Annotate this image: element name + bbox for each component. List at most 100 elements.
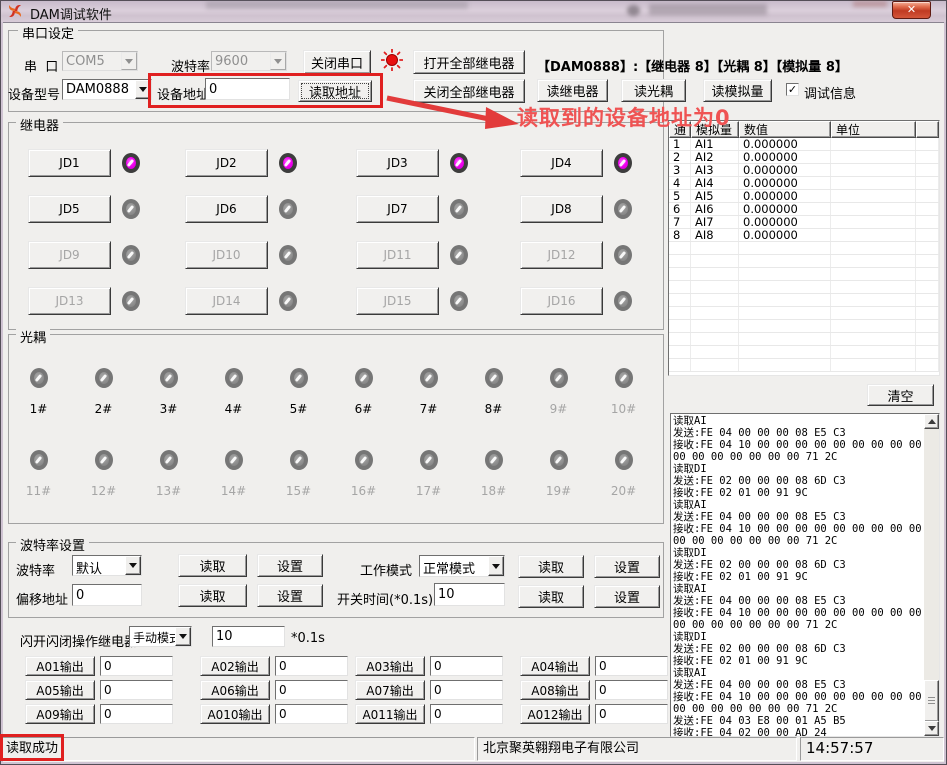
table-cell [831, 268, 916, 280]
serial-status-led-icon [381, 49, 403, 71]
analog-output-button-a09[interactable]: A09输出 [25, 704, 95, 724]
scroll-down-icon[interactable] [924, 721, 939, 736]
scroll-up-icon[interactable] [924, 414, 939, 429]
opto-label: 7# [420, 402, 438, 416]
switch-time-input[interactable] [434, 583, 505, 606]
close-icon[interactable]: ✕ [892, 1, 931, 19]
table-cell [739, 281, 831, 293]
opto-cell: 7# [396, 352, 461, 434]
table-row [669, 281, 939, 294]
table-row[interactable]: 1AI10.000000 [669, 138, 939, 151]
relay-button-jd6[interactable]: JD6 [185, 195, 268, 223]
analog-output-input-a02[interactable] [275, 656, 348, 676]
analog-output-input-a011[interactable] [430, 704, 503, 724]
opto-label: 20# [611, 484, 636, 498]
analog-output-input-a03[interactable] [430, 656, 503, 676]
log-line: 00 00 00 00 00 00 00 71 2C [673, 703, 925, 715]
table-row[interactable]: 7AI70.000000 [669, 216, 939, 229]
opto-cell: 12# [71, 434, 136, 516]
baud-read-button[interactable]: 读取 [178, 554, 247, 577]
relay-button-jd1[interactable]: JD1 [28, 149, 111, 177]
table-cell [916, 307, 939, 319]
debug-info-checkbox[interactable]: ✓ [786, 83, 799, 96]
workmode-read-button[interactable]: 读取 [518, 555, 584, 578]
baud-setting-select[interactable]: 默认 [72, 555, 142, 576]
relay-button-jd10[interactable]: JD10 [185, 241, 268, 269]
table-row[interactable]: 5AI50.000000 [669, 190, 939, 203]
read-relays-button[interactable]: 读继电器 [537, 79, 608, 102]
offset-read-button[interactable]: 读取 [178, 584, 247, 607]
relay-button-jd12[interactable]: JD12 [520, 241, 603, 269]
analog-output-button-a04[interactable]: A04输出 [520, 656, 590, 676]
open-all-relays-button[interactable]: 打开全部继电器 [413, 50, 525, 74]
analog-output-input-a08[interactable] [595, 680, 668, 700]
close-serial-button[interactable]: 关闭串口 [303, 50, 371, 74]
relay-button-jd4[interactable]: JD4 [520, 149, 603, 177]
flash-mode-select[interactable]: 手动模式 [129, 626, 192, 647]
table-row[interactable]: 4AI40.000000 [669, 177, 939, 190]
analog-output-button-a011[interactable]: A011输出 [355, 704, 425, 724]
table-cell: AI3 [691, 164, 739, 176]
offset-address-input[interactable] [72, 584, 142, 606]
relay-button-jd13[interactable]: JD13 [28, 287, 111, 315]
switchtime-set-button[interactable]: 设置 [594, 585, 660, 608]
switchtime-read-button[interactable]: 读取 [518, 585, 584, 608]
relay-button-jd2[interactable]: JD2 [185, 149, 268, 177]
relay-cell: JD4 [520, 149, 658, 177]
analog-output-button-a010[interactable]: A010输出 [200, 704, 270, 724]
analog-output-button-a06[interactable]: A06输出 [200, 680, 270, 700]
analog-output-button-a012[interactable]: A012输出 [520, 704, 590, 724]
relay-button-jd9[interactable]: JD9 [28, 241, 111, 269]
relay-button-jd7[interactable]: JD7 [356, 195, 439, 223]
flash-time-input[interactable] [212, 626, 285, 647]
log-line: 接收:FE 02 01 00 91 9C [673, 571, 925, 583]
offset-set-button[interactable]: 设置 [257, 584, 323, 607]
table-row[interactable]: 2AI20.000000 [669, 151, 939, 164]
analog-output-button-a03[interactable]: A03输出 [355, 656, 425, 676]
analog-output-button-a07[interactable]: A07输出 [355, 680, 425, 700]
log-scrollbar[interactable] [924, 414, 939, 736]
table-cell: 5 [669, 190, 691, 202]
analog-output-input-a04[interactable] [595, 656, 668, 676]
analog-output-input-a07[interactable] [430, 680, 503, 700]
table-cell [691, 268, 739, 280]
title-bar[interactable] [1, 1, 946, 22]
analog-output-input-a010[interactable] [275, 704, 348, 724]
relay-button-jd8[interactable]: JD8 [520, 195, 603, 223]
relay-button-jd3[interactable]: JD3 [356, 149, 439, 177]
scrollbar-thumb[interactable] [924, 680, 939, 722]
relay-jd9-indicator [122, 245, 140, 265]
relay-button-jd16[interactable]: JD16 [520, 287, 603, 315]
table-row[interactable]: 6AI60.000000 [669, 203, 939, 216]
analog-output-input-a01[interactable] [100, 656, 173, 676]
analog-output-button-a05[interactable]: A05输出 [25, 680, 95, 700]
log-line: 读取DI [673, 463, 925, 475]
table-row [669, 307, 939, 320]
table-cell [739, 255, 831, 267]
read-analog-button[interactable]: 读模拟量 [703, 79, 772, 102]
workmode-set-button[interactable]: 设置 [594, 555, 660, 578]
read-opto-button[interactable]: 读光耦 [621, 79, 686, 102]
relay-button-jd14[interactable]: JD14 [185, 287, 268, 315]
relay-button-jd11[interactable]: JD11 [356, 241, 439, 269]
log-line: 接收:FE 04 10 00 00 00 00 00 00 00 00 00 [673, 607, 925, 619]
baud-set-button[interactable]: 设置 [257, 554, 323, 577]
relay-cell: JD8 [520, 195, 658, 223]
relay-button-jd5[interactable]: JD5 [28, 195, 111, 223]
table-row[interactable]: 3AI30.000000 [669, 164, 939, 177]
log-panel[interactable]: 读取AI发送:FE 04 00 00 00 08 E5 C3接收:FE 04 1… [670, 413, 940, 737]
analog-output-button-a08[interactable]: A08输出 [520, 680, 590, 700]
device-model-select[interactable]: DAM0888 [62, 79, 152, 100]
relay-button-jd15[interactable]: JD15 [356, 287, 439, 315]
analog-output-input-a06[interactable] [275, 680, 348, 700]
clear-log-button[interactable]: 清空 [867, 384, 934, 406]
table-row[interactable]: 8AI80.000000 [669, 229, 939, 242]
analog-output-input-a05[interactable] [100, 680, 173, 700]
opto-cell: 16# [331, 434, 396, 516]
analog-output-input-a09[interactable] [100, 704, 173, 724]
analog-output-button-a01[interactable]: A01输出 [25, 656, 95, 676]
analog-output-input-a012[interactable] [595, 704, 668, 724]
relay-jd13-indicator [122, 291, 140, 311]
work-mode-select[interactable]: 正常模式 [419, 555, 505, 577]
analog-output-button-a02[interactable]: A02输出 [200, 656, 270, 676]
